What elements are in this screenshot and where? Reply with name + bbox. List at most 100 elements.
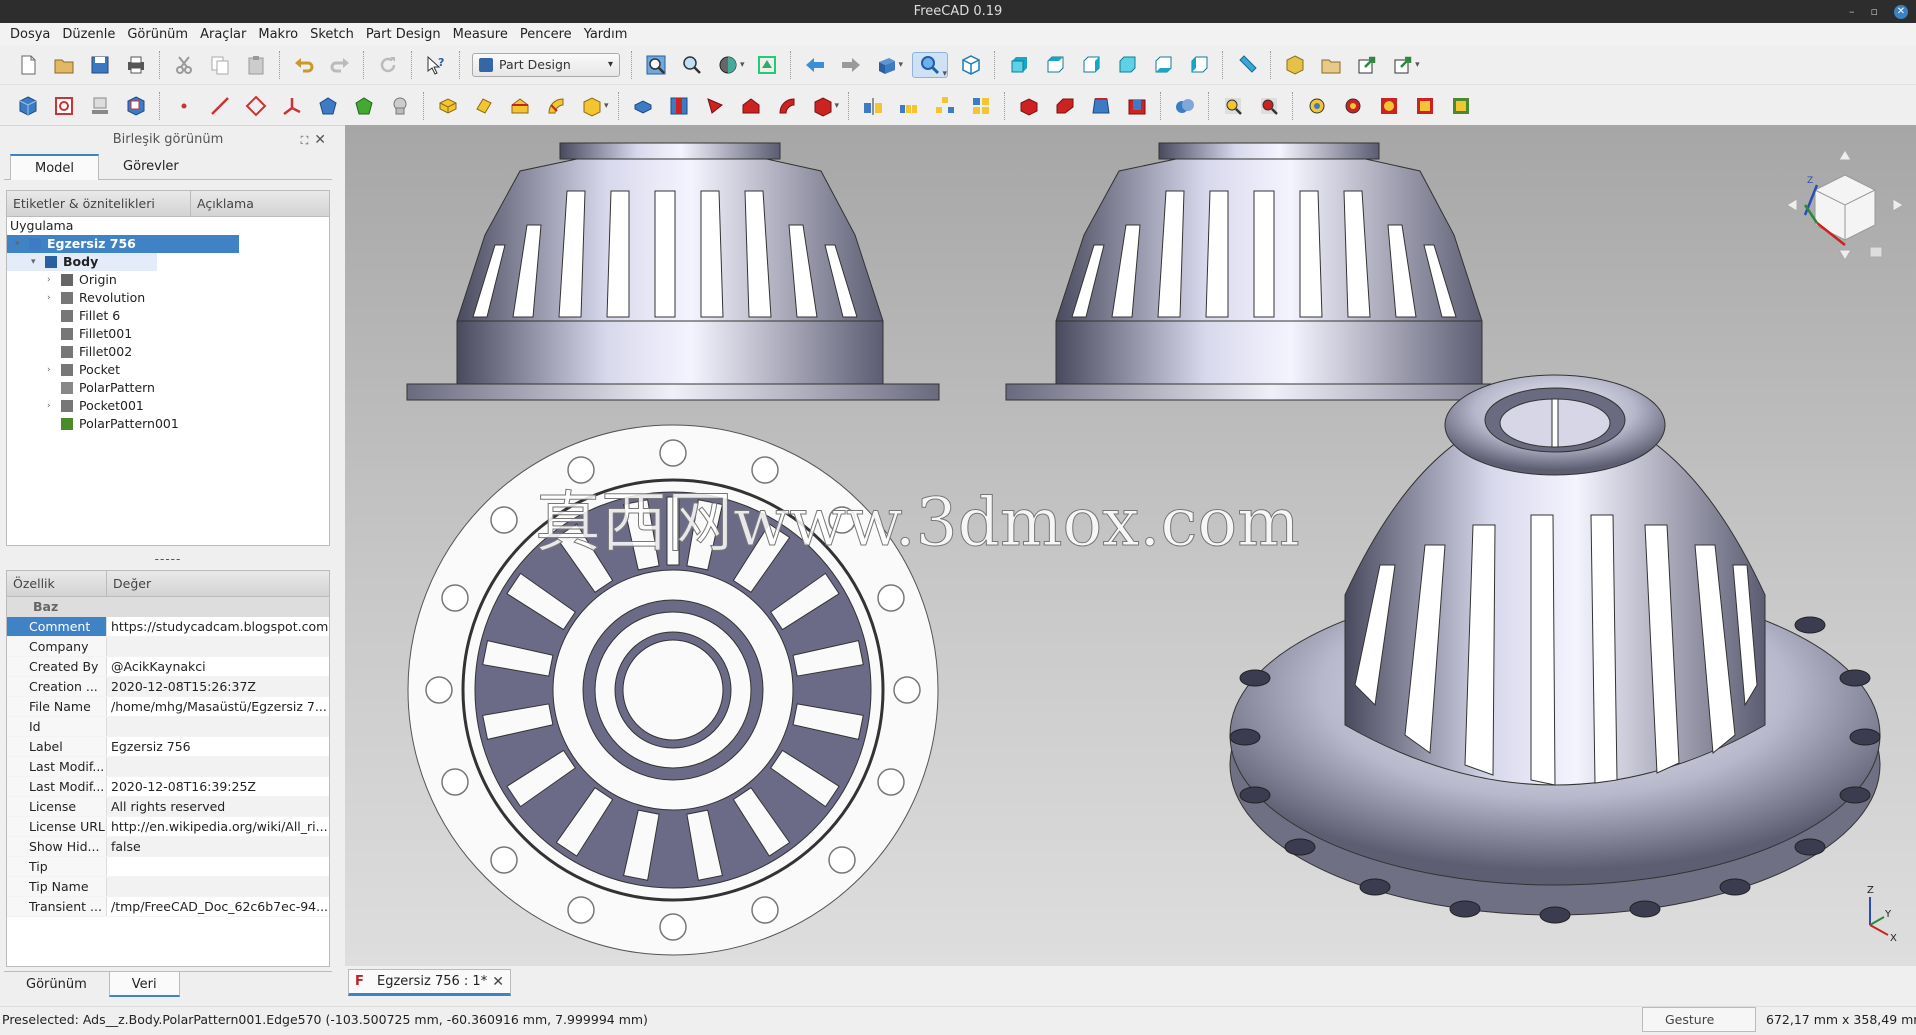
navigation-style-button[interactable]: Gesture: [1642, 1007, 1756, 1032]
property-value[interactable]: @AcikKaynakci: [107, 657, 329, 676]
property-value[interactable]: [107, 757, 329, 776]
tree-expander-icon[interactable]: ▾: [31, 253, 36, 271]
subshape-binder-icon[interactable]: [351, 93, 377, 119]
menu-measure[interactable]: Measure: [447, 27, 514, 42]
back-arrow-icon[interactable]: [802, 52, 828, 78]
revolution-icon[interactable]: [471, 93, 497, 119]
refresh-icon[interactable]: [375, 52, 401, 78]
property-value[interactable]: [107, 717, 329, 736]
link-actions-icon[interactable]: [1390, 52, 1416, 78]
menu-gorunum[interactable]: Görünüm: [121, 27, 194, 42]
create-group-icon[interactable]: [1318, 52, 1344, 78]
float-panel-icon[interactable]: ⛶: [301, 134, 309, 147]
validate-sketch-icon[interactable]: [87, 93, 113, 119]
top-view-icon[interactable]: [1042, 52, 1068, 78]
new-document-icon[interactable]: [15, 52, 41, 78]
hole-icon[interactable]: [666, 93, 692, 119]
fillet-icon[interactable]: [1016, 93, 1042, 119]
tree-expander-icon[interactable]: ›: [47, 289, 51, 307]
close-tab-icon[interactable]: ✕: [492, 974, 504, 990]
menu-makro[interactable]: Makro: [252, 27, 304, 42]
check-geometry-icon[interactable]: [1220, 93, 1246, 119]
property-row[interactable]: File Name/home/mhg/Masaüstü/Egzersiz 7..…: [7, 697, 329, 717]
save-icon[interactable]: [87, 52, 113, 78]
shaft-wizard-icon[interactable]: [1412, 93, 1438, 119]
tree-item-egzersiz-756[interactable]: ▾ Egzersiz 756: [7, 235, 239, 253]
local-coordinate-system-icon[interactable]: [279, 93, 305, 119]
create-body-icon[interactable]: [15, 93, 41, 119]
nav-arrow-up-icon[interactable]: [1838, 149, 1852, 161]
tree-item-polarpattern[interactable]: PolarPattern: [7, 379, 329, 397]
additive-primitive-icon[interactable]: [579, 93, 605, 119]
property-row[interactable]: Last Modif... 2020-12-08T16:39:25Z: [7, 777, 329, 797]
tree-header-labels[interactable]: Etiketler & öznitelikleri: [7, 191, 191, 216]
tree-expander-icon[interactable]: ›: [47, 361, 51, 379]
isometric-view-icon[interactable]: [958, 52, 984, 78]
front-view-model-2[interactable]: [1005, 142, 1539, 401]
tree-item-fillet002[interactable]: Fillet002: [7, 343, 329, 361]
front-view-icon[interactable]: [1006, 52, 1032, 78]
property-row[interactable]: Tip: [7, 857, 329, 877]
whats-this-icon[interactable]: ?: [423, 52, 449, 78]
property-row[interactable]: Tip Name: [7, 877, 329, 897]
property-row[interactable]: License All rights reserved: [7, 797, 329, 817]
close-panel-icon[interactable]: ✕: [314, 132, 326, 148]
property-header-name[interactable]: Özellik: [7, 571, 107, 596]
property-row[interactable]: Last Modif...: [7, 757, 329, 777]
property-row[interactable]: Created By @AcikKaynakci: [7, 657, 329, 677]
property-row[interactable]: Label Egzersiz 756: [7, 737, 329, 757]
property-value[interactable]: /home/mhg/Masaüstü/Egzersiz 7...: [107, 697, 329, 716]
linear-pattern-icon[interactable]: [896, 93, 922, 119]
additive-loft-icon[interactable]: [507, 93, 533, 119]
tree-header-description[interactable]: Açıklama: [191, 191, 329, 216]
property-value[interactable]: [107, 857, 329, 876]
property-value[interactable]: /tmp/FreeCAD_Doc_62c6b7ec-94...: [107, 897, 329, 916]
tab-model[interactable]: Model: [10, 154, 100, 180]
property-row[interactable]: License URL http://en.wikipedia.org/wiki/…: [7, 817, 329, 837]
property-row[interactable]: Id: [7, 717, 329, 737]
chamfer-icon[interactable]: [1052, 93, 1078, 119]
cut-icon[interactable]: [171, 52, 197, 78]
datum-plane-icon[interactable]: [243, 93, 269, 119]
tree-item-fillet001[interactable]: Fillet001: [7, 325, 329, 343]
tree-expander-icon[interactable]: ›: [47, 271, 51, 289]
tree-item-revolution[interactable]: › Revolution: [7, 289, 329, 307]
menu-sketch[interactable]: Sketch: [304, 27, 360, 42]
open-document-icon[interactable]: [51, 52, 77, 78]
menu-yardim[interactable]: Yardım: [578, 27, 634, 42]
tree-item-origin[interactable]: › Origin: [7, 271, 329, 289]
tree-expander-icon[interactable]: ›: [47, 397, 51, 415]
menu-pencere[interactable]: Pencere: [514, 27, 578, 42]
right-view-icon[interactable]: [1078, 52, 1104, 78]
pocket-icon[interactable]: [630, 93, 656, 119]
tab-gorunum[interactable]: Görünüm: [4, 972, 109, 997]
property-value[interactable]: http://en.wikipedia.org/wiki/All_ri...: [107, 817, 329, 836]
nav-arrow-down-icon[interactable]: [1838, 249, 1852, 261]
property-value[interactable]: [107, 877, 329, 896]
shape-binder-icon[interactable]: [315, 93, 341, 119]
tree-item-pocket001[interactable]: › Pocket001: [7, 397, 329, 415]
tab-gorevler[interactable]: Görevler: [99, 154, 203, 179]
measure-distance-icon[interactable]: [1234, 52, 1260, 78]
draw-style-icon[interactable]: [715, 52, 741, 78]
document-tab[interactable]: F Egzersiz 756 : 1* ✕: [348, 969, 511, 996]
panel-splitter[interactable]: -----: [4, 552, 332, 566]
copy-icon[interactable]: [207, 52, 233, 78]
datum-point-icon[interactable]: [171, 93, 197, 119]
rear-view-icon[interactable]: [1114, 52, 1140, 78]
property-value[interactable]: https://studycadcam.blogspot.com: [107, 617, 329, 636]
nav-menu-icon[interactable]: [1869, 246, 1883, 258]
bounding-box-icon[interactable]: [754, 52, 780, 78]
draft-icon[interactable]: [1088, 93, 1114, 119]
property-row[interactable]: Company: [7, 637, 329, 657]
print-icon[interactable]: [123, 52, 149, 78]
property-row[interactable]: Creation ... 2020-12-08T15:26:37Z: [7, 677, 329, 697]
tree-item-pocket[interactable]: › Pocket: [7, 361, 329, 379]
multi-transform-icon[interactable]: [968, 93, 994, 119]
zoom-select-icon[interactable]: ▾: [912, 51, 949, 79]
menu-part-design[interactable]: Part Design: [360, 27, 447, 42]
create-part-icon[interactable]: [1282, 52, 1308, 78]
groove-icon[interactable]: [702, 93, 728, 119]
subtractive-loft-icon[interactable]: [738, 93, 764, 119]
front-view-model-1[interactable]: [406, 142, 940, 401]
